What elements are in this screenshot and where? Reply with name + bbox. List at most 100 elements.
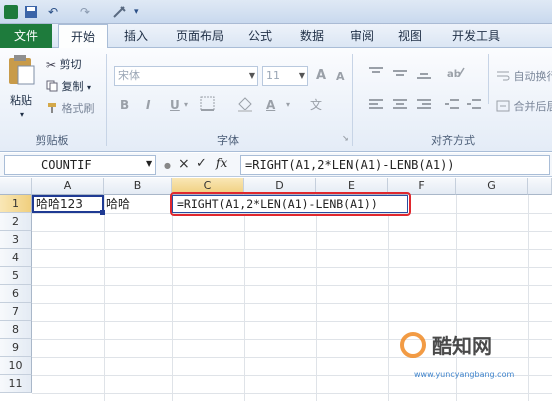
group-divider [352, 54, 353, 146]
tab-formulas[interactable]: 公式 [242, 24, 278, 48]
merge-center-label: 合并后居中 [513, 100, 552, 113]
wrap-text-button[interactable]: 自动换行 [496, 68, 552, 85]
align-center-icon[interactable] [392, 98, 408, 115]
watermark-logo-icon [400, 332, 426, 358]
orientation-icon[interactable]: ab [446, 64, 466, 83]
font-size-select[interactable]: 11 ▼ [262, 66, 308, 86]
formula-text: =RIGHT(A1,2*LEN(A1)-LENB(A1)) [245, 158, 455, 172]
cell-a1-value: 哈哈123 [36, 197, 83, 211]
row-header-1[interactable]: 1 [0, 195, 32, 213]
row-header-8[interactable]: 8 [0, 321, 32, 339]
cut-label: 剪切 [59, 58, 82, 71]
column-header-a[interactable]: A [32, 178, 104, 195]
align-middle-icon[interactable] [392, 66, 408, 83]
align-top-icon[interactable] [368, 66, 384, 83]
decrease-indent-icon[interactable] [444, 98, 460, 115]
font-name-select[interactable]: 宋体 ▼ [114, 66, 258, 86]
tab-review[interactable]: 审阅 [344, 24, 380, 48]
dialog-launcher-icon[interactable]: ↘ [342, 134, 349, 143]
chevron-down-icon: ▼ [298, 71, 305, 80]
tab-home[interactable]: 开始 [58, 24, 108, 49]
row-header-5[interactable]: 5 [0, 267, 32, 285]
wrap-text-label: 自动换行 [513, 70, 552, 83]
name-box-value: COUNTIF [41, 158, 92, 172]
tab-developer[interactable]: 开发工具 [444, 24, 508, 48]
cell-b1[interactable]: 哈哈 [106, 195, 172, 213]
font-group-label: 字体 [217, 134, 239, 147]
merge-center-button[interactable]: 合并后居中 [496, 98, 552, 115]
row-header-10[interactable]: 10 [0, 357, 32, 375]
tab-file[interactable]: 文件 [0, 24, 52, 48]
select-all-button[interactable] [0, 178, 32, 195]
row-header-9[interactable]: 9 [0, 339, 32, 357]
paste-icon[interactable] [6, 54, 40, 88]
gridline [32, 303, 552, 304]
ribbon: 粘贴 ▾ ✂ 剪切 复制 ▾ 格式刷 剪贴板 宋体 ▼ 11 ▼ A A B I… [0, 48, 552, 152]
align-right-icon[interactable] [416, 98, 432, 115]
copy-button[interactable]: 复制 ▾ [46, 78, 91, 95]
gridline [104, 195, 105, 401]
font-color-dropdown-icon[interactable]: ▾ [286, 100, 290, 109]
bold-button[interactable]: B [120, 98, 129, 112]
font-name-value: 宋体 [118, 69, 140, 82]
save-icon[interactable] [24, 3, 38, 21]
cancel-icon[interactable]: × [178, 156, 190, 172]
wrap-text-icon [496, 70, 510, 85]
align-left-icon[interactable] [368, 98, 384, 115]
gridline [32, 267, 552, 268]
insert-function-icon[interactable]: fx [216, 156, 227, 170]
tab-data[interactable]: 数据 [292, 24, 332, 48]
copy-label: 复制 [61, 80, 84, 93]
formula-input[interactable]: =RIGHT(A1,2*LEN(A1)-LENB(A1)) [240, 155, 550, 175]
row-header-4[interactable]: 4 [0, 249, 32, 267]
row-header-6[interactable]: 6 [0, 285, 32, 303]
gridline [172, 195, 173, 401]
cut-button[interactable]: ✂ 剪切 [46, 56, 82, 72]
fill-handle[interactable] [100, 210, 105, 215]
column-header-b[interactable]: B [104, 178, 172, 195]
quick-access-dropdown-icon[interactable]: ▾ [134, 3, 139, 21]
undo-icon[interactable]: ↶ [48, 3, 58, 21]
gridline [32, 285, 552, 286]
redo-icon[interactable]: ↷ [80, 3, 90, 21]
clipboard-group-label: 剪贴板 [35, 134, 69, 147]
paste-dropdown-icon[interactable]: ▾ [20, 110, 24, 119]
column-header-g[interactable]: G [456, 178, 528, 195]
name-box[interactable]: COUNTIF [4, 155, 156, 175]
spreadsheet-grid[interactable]: A B C D E F G 1 2 3 4 5 6 7 8 9 10 11 哈哈… [0, 178, 552, 401]
column-header-h[interactable] [528, 178, 552, 195]
fill-color-icon[interactable] [236, 96, 254, 115]
shrink-font-icon[interactable]: A [336, 70, 345, 83]
name-box-dropdown-icon[interactable]: ▼ [146, 159, 152, 168]
phonetic-icon[interactable]: 文 [310, 96, 322, 113]
group-divider [106, 54, 107, 146]
excel-logo-icon [4, 5, 18, 19]
borders-icon[interactable] [200, 96, 216, 115]
row-header-11[interactable]: 11 [0, 375, 32, 393]
gridline [32, 231, 552, 232]
row-header-7[interactable]: 7 [0, 303, 32, 321]
tab-view[interactable]: 视图 [392, 24, 428, 48]
tab-page-layout[interactable]: 页面布局 [168, 24, 232, 48]
copy-dropdown-icon[interactable]: ▾ [87, 83, 91, 92]
increase-indent-icon[interactable] [466, 98, 482, 115]
font-color-icon[interactable]: A [266, 98, 275, 112]
cell-a1[interactable]: 哈哈123 [32, 195, 104, 213]
underline-dropdown-icon[interactable]: ▾ [184, 100, 188, 109]
paste-button[interactable]: 粘贴 [10, 92, 32, 108]
format-painter-button[interactable]: 格式刷 [46, 100, 95, 117]
tab-insert[interactable]: 插入 [116, 24, 156, 48]
row-header-3[interactable]: 3 [0, 231, 32, 249]
row-header-2[interactable]: 2 [0, 213, 32, 231]
align-bottom-icon[interactable] [416, 66, 432, 83]
scissors-icon: ✂ [46, 58, 57, 72]
splitter-icon[interactable]: ● [164, 161, 171, 170]
gridline [244, 195, 245, 401]
grow-font-icon[interactable]: A [316, 68, 326, 83]
italic-button[interactable]: I [146, 98, 150, 112]
merge-cells-icon [496, 100, 510, 115]
enter-icon[interactable]: ✓ [196, 156, 207, 171]
customize-tools-icon[interactable] [112, 3, 130, 21]
gridline [316, 195, 317, 401]
underline-button[interactable]: U [170, 98, 180, 112]
